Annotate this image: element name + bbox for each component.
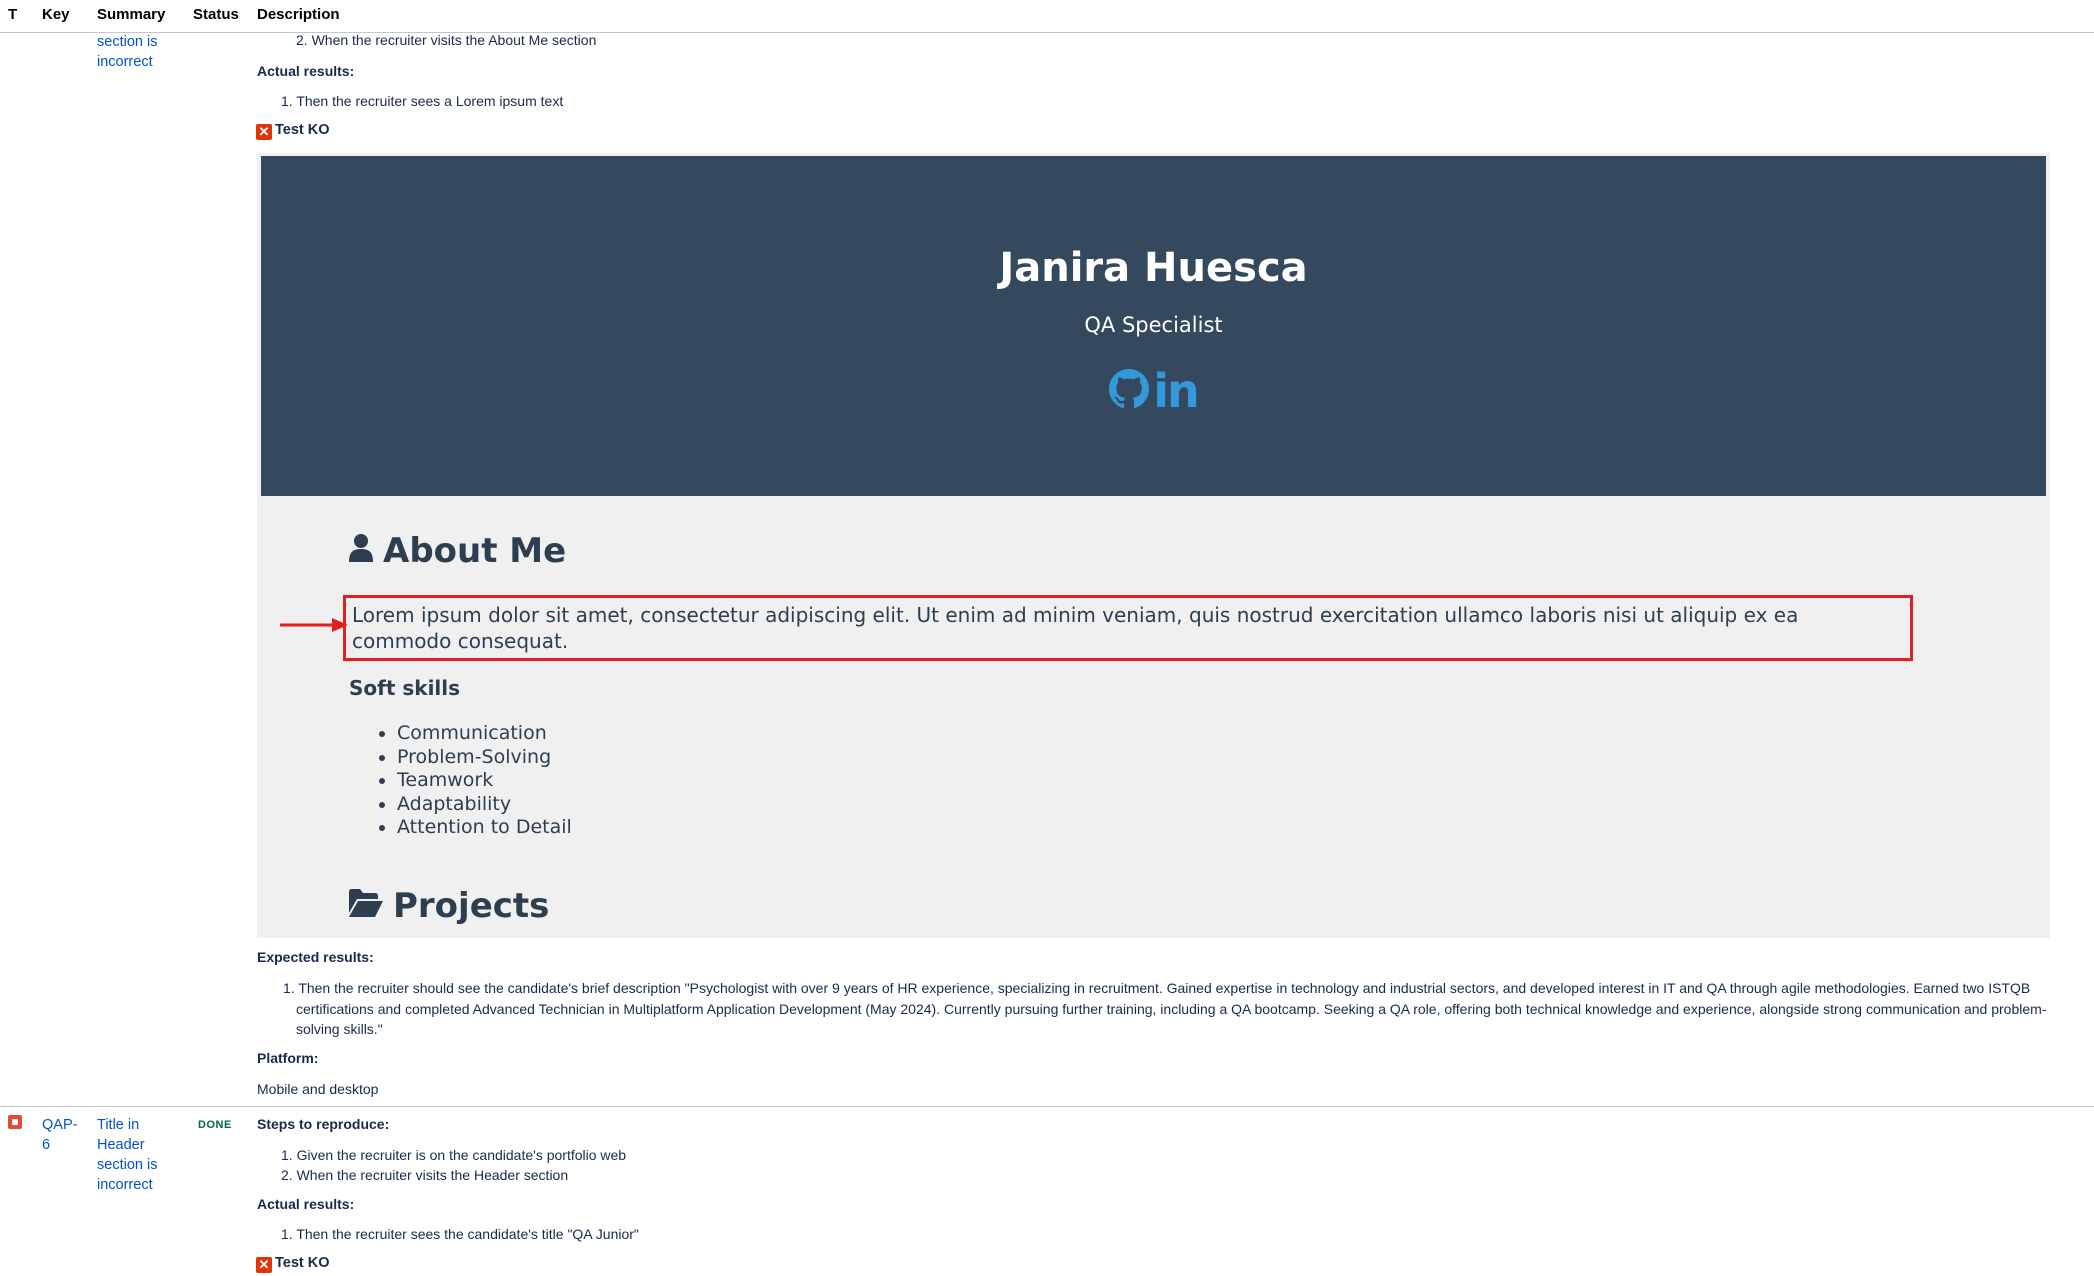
attached-screenshot[interactable]: Janira Huesca QA Specialist in About Me …	[257, 153, 2050, 938]
column-header-summary[interactable]: Summary	[97, 6, 165, 23]
step-text: 1. Given the recruiter is on the candida…	[281, 1147, 627, 1163]
social-links: in	[261, 366, 2046, 416]
column-header-key[interactable]: Key	[42, 6, 70, 23]
expected-result-item: 1. Then the recruiter should see the can…	[283, 978, 2086, 1040]
test-result-label: Test KO	[275, 1255, 330, 1271]
candidate-title: QA Specialist	[1084, 313, 1223, 337]
expected-result-text: 1. Then the recruiter should see the can…	[283, 980, 2047, 1037]
issue-summary-link[interactable]: section is incorrect	[97, 32, 177, 72]
list-item: Attention to Detail	[397, 816, 572, 840]
description-step: 1. Given the recruiter is on the candida…	[281, 1145, 626, 1185]
list-item: Problem-Solving	[397, 746, 572, 770]
summary-line[interactable]: incorrect	[97, 1175, 177, 1195]
status-badge: DONE	[198, 1119, 232, 1131]
summary-line[interactable]: Title in	[97, 1115, 177, 1135]
error-x-icon: ✕	[256, 124, 272, 140]
step-text: 2. When the recruiter visits the About M…	[296, 32, 597, 48]
issue-key-line[interactable]: 6	[42, 1135, 77, 1155]
test-result: ✕ Test KO	[256, 1254, 330, 1273]
list-item: Teamwork	[397, 769, 572, 793]
platform-value: Mobile and desktop	[257, 1081, 379, 1097]
table-header: T Key Summary Status Description	[0, 0, 2094, 33]
actual-result-text: 1. Then the recruiter sees a Lorem ipsum…	[281, 93, 564, 109]
portfolio-header: Janira Huesca QA Specialist in	[261, 156, 2046, 496]
issue-key-line[interactable]: QAP-	[42, 1115, 77, 1135]
list-item: Adaptability	[397, 793, 572, 817]
description-step: 2. When the recruiter visits the About M…	[296, 32, 596, 50]
folder-open-icon	[349, 886, 383, 926]
list-item: Communication	[397, 722, 572, 746]
about-me-title: About Me	[383, 531, 567, 571]
issue-key-link[interactable]: QAP- 6	[42, 1115, 77, 1155]
bug-issue-type-icon	[8, 1115, 22, 1134]
about-me-text-highlighted: Lorem ipsum dolor sit amet, consectetur …	[343, 595, 1913, 661]
soft-skills-list: Communication Problem-Solving Teamwork A…	[349, 722, 572, 840]
projects-heading: Projects	[349, 886, 549, 926]
candidate-name: Janira Huesca	[999, 245, 1308, 291]
actual-results-label: Actual results:	[257, 63, 355, 79]
step-text: 2. When the recruiter visits the Header …	[281, 1167, 569, 1183]
github-icon[interactable]	[1109, 368, 1150, 415]
soft-skills-heading: Soft skills	[349, 676, 461, 700]
about-me-heading: About Me	[349, 531, 566, 571]
summary-line[interactable]: section is	[97, 1155, 177, 1175]
issue-summary-link[interactable]: Title in Header section is incorrect	[97, 1115, 177, 1195]
column-header-type[interactable]: T	[8, 6, 17, 23]
column-header-description[interactable]: Description	[257, 6, 340, 23]
platform-label: Platform:	[257, 1050, 319, 1066]
test-result: ✕ Test KO	[256, 121, 330, 140]
actual-results-label: Actual results:	[257, 1196, 355, 1212]
annotation-arrow-icon	[280, 618, 348, 632]
row-divider	[0, 1106, 2094, 1107]
column-header-status[interactable]: Status	[193, 6, 239, 23]
error-x-icon: ✕	[256, 1257, 272, 1273]
summary-line[interactable]: Header	[97, 1135, 177, 1155]
expected-results-label: Expected results:	[257, 949, 374, 965]
actual-result-item: 1. Then the recruiter sees a Lorem ipsum…	[281, 93, 563, 111]
actual-result-item: 1. Then the recruiter sees the candidate…	[281, 1226, 639, 1244]
summary-line[interactable]: incorrect	[97, 52, 177, 72]
user-icon	[349, 531, 373, 571]
projects-title: Projects	[393, 886, 550, 926]
steps-to-reproduce-label: Steps to reproduce:	[257, 1116, 390, 1132]
test-result-label: Test KO	[275, 122, 330, 138]
linkedin-icon[interactable]: in	[1153, 368, 1199, 414]
actual-result-text: 1. Then the recruiter sees the candidate…	[281, 1226, 639, 1242]
summary-line[interactable]: section is	[97, 32, 177, 52]
